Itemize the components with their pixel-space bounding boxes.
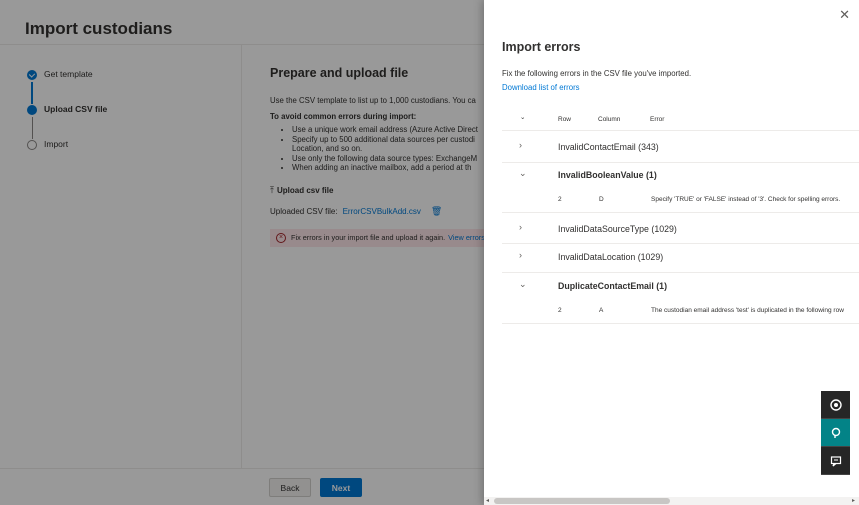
chevron-right-icon: › <box>519 250 522 260</box>
group-divider <box>502 162 859 163</box>
error-group-invalid-boolean-value[interactable]: ⌄ InvalidBooleanValue (1) <box>502 168 859 184</box>
group-divider <box>502 243 859 244</box>
error-group-invalid-data-source-type[interactable]: › InvalidDataSourceType (1029) <box>502 222 859 238</box>
error-group-invalid-data-location[interactable]: › InvalidDataLocation (1029) <box>502 250 859 266</box>
chevron-down-icon: ⌄ <box>519 168 527 178</box>
help-icon[interactable] <box>821 391 850 419</box>
assistant-icon[interactable] <box>821 419 850 447</box>
error-row-number: 2 <box>558 307 562 314</box>
chevron-right-icon: › <box>519 140 522 150</box>
group-name: DuplicateContactEmail (1) <box>558 281 668 291</box>
group-name: InvalidContactEmail (343) <box>558 142 659 152</box>
floating-action-buttons <box>821 391 850 475</box>
panel-description: Fix the following errors in the CSV file… <box>502 69 692 78</box>
scroll-left-icon[interactable]: ◂ <box>486 497 489 504</box>
error-column: D <box>599 196 604 203</box>
error-row-number: 2 <box>558 196 562 203</box>
error-row: 2 D Specify 'TRUE' or 'FALSE' instead of… <box>502 190 859 213</box>
import-errors-panel: ✕ Import errors Fix the following errors… <box>484 0 859 505</box>
error-column: A <box>599 307 604 314</box>
column-header-column[interactable]: Column <box>598 116 620 123</box>
group-name: InvalidBooleanValue (1) <box>558 170 657 180</box>
scrollbar-thumb[interactable] <box>494 498 670 504</box>
error-message: Specify 'TRUE' or 'FALSE' instead of '3'… <box>651 196 841 203</box>
column-header-row[interactable]: Row <box>558 116 571 123</box>
chevron-right-icon: › <box>519 222 522 232</box>
collapse-all-icon[interactable]: ⌄ <box>520 113 525 121</box>
group-name: InvalidDataLocation (1029) <box>558 252 664 262</box>
group-name: InvalidDataSourceType (1029) <box>558 224 677 234</box>
panel-title: Import errors <box>502 40 581 54</box>
errors-table-header: ⌄ Row Column Error <box>502 111 859 131</box>
error-row: 2 A The custodian email address 'test' i… <box>502 300 859 324</box>
column-header-error[interactable]: Error <box>650 116 664 123</box>
scroll-right-icon[interactable]: ▸ <box>852 497 855 504</box>
close-icon[interactable]: ✕ <box>839 8 850 21</box>
chevron-down-icon: ⌄ <box>519 279 527 289</box>
error-group-duplicate-contact-email[interactable]: ⌄ DuplicateContactEmail (1) <box>502 279 859 295</box>
error-message: The custodian email address 'test' is du… <box>651 307 844 314</box>
group-divider <box>502 272 859 273</box>
error-group-invalid-contact-email[interactable]: › InvalidContactEmail (343) <box>502 140 859 156</box>
download-errors-link[interactable]: Download list of errors <box>502 83 580 92</box>
feedback-icon[interactable] <box>821 447 850 475</box>
